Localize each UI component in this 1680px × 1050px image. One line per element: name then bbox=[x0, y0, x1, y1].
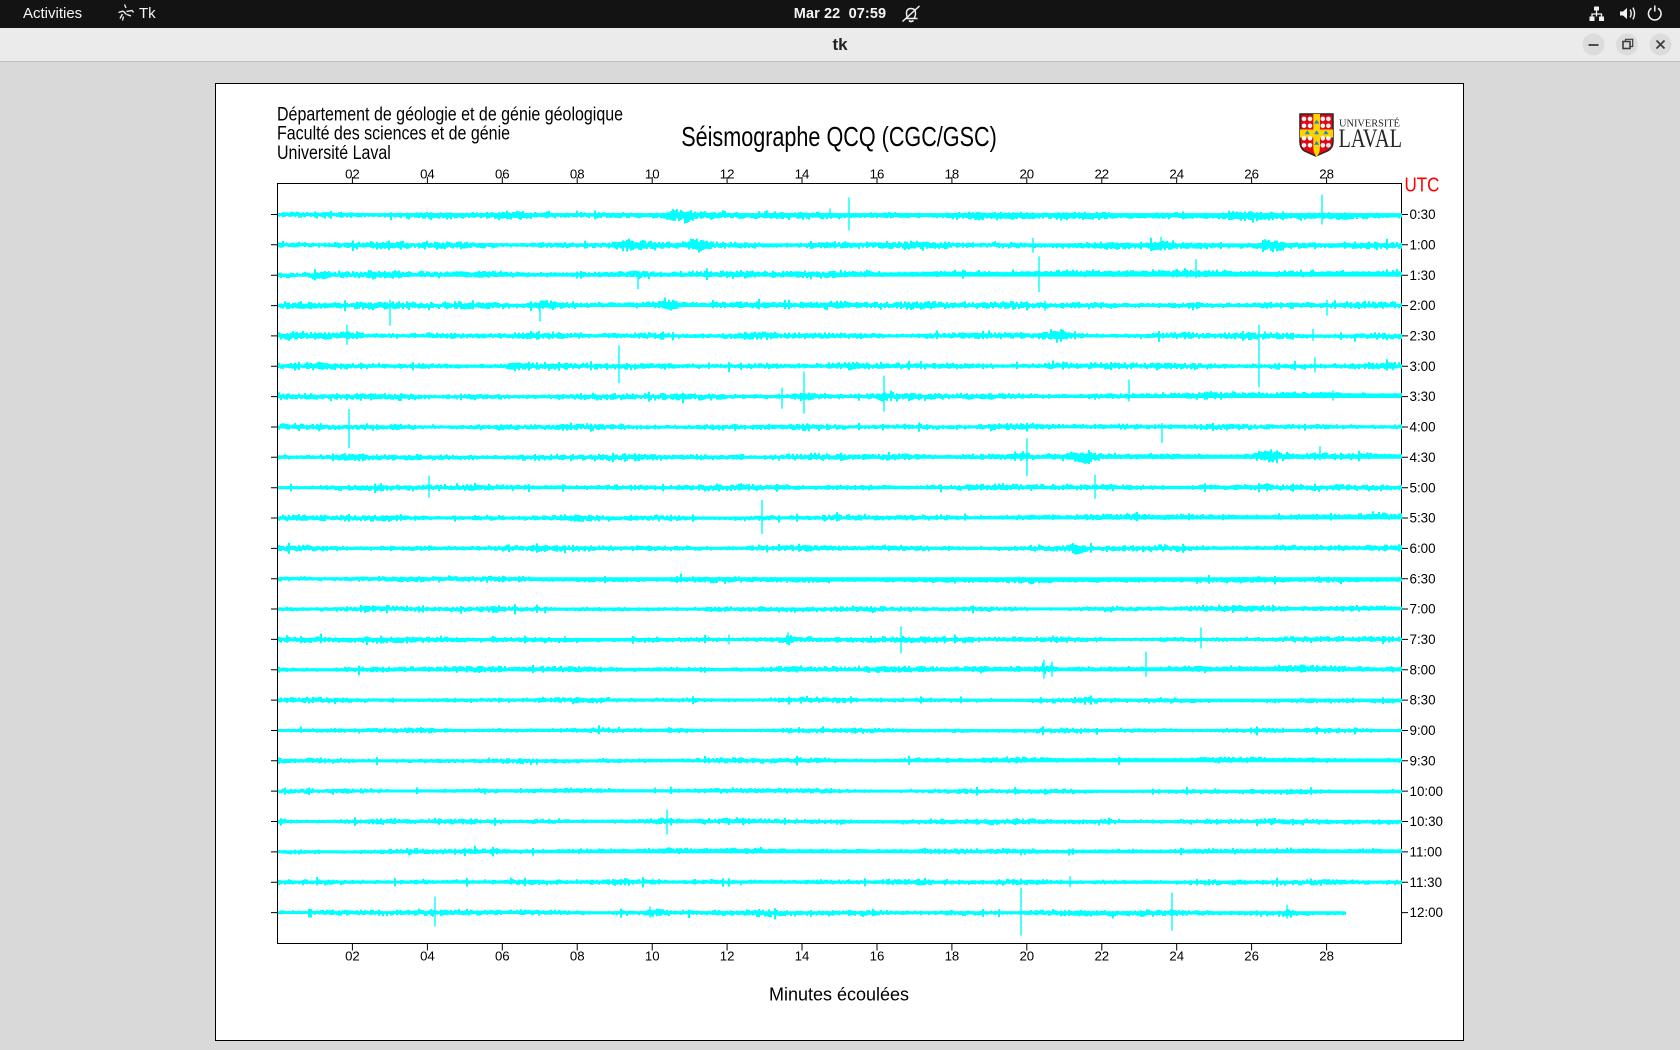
svg-text:18: 18 bbox=[945, 948, 960, 963]
svg-text:5:00: 5:00 bbox=[1410, 480, 1436, 495]
svg-text:24: 24 bbox=[1169, 166, 1184, 181]
svg-text:8:30: 8:30 bbox=[1410, 693, 1436, 708]
svg-text:18: 18 bbox=[945, 166, 960, 181]
svg-text:2:00: 2:00 bbox=[1410, 298, 1436, 313]
svg-text:1:30: 1:30 bbox=[1410, 268, 1436, 283]
svg-text:1:00: 1:00 bbox=[1410, 237, 1436, 252]
svg-text:10:30: 10:30 bbox=[1410, 814, 1444, 829]
svg-text:12: 12 bbox=[720, 166, 735, 181]
svg-text:06: 06 bbox=[495, 166, 510, 181]
svg-text:16: 16 bbox=[870, 166, 885, 181]
svg-text:02: 02 bbox=[345, 166, 360, 181]
svg-text:12: 12 bbox=[720, 948, 735, 963]
svg-text:14: 14 bbox=[795, 948, 810, 963]
svg-text:6:00: 6:00 bbox=[1410, 541, 1436, 556]
svg-text:24: 24 bbox=[1169, 948, 1184, 963]
svg-text:26: 26 bbox=[1244, 166, 1259, 181]
svg-text:9:00: 9:00 bbox=[1410, 723, 1436, 738]
svg-text:16: 16 bbox=[870, 948, 885, 963]
svg-text:9:30: 9:30 bbox=[1410, 753, 1436, 768]
svg-text:20: 20 bbox=[1019, 948, 1034, 963]
svg-text:11:00: 11:00 bbox=[1410, 845, 1443, 860]
svg-text:10: 10 bbox=[645, 166, 660, 181]
svg-text:08: 08 bbox=[570, 166, 585, 181]
svg-text:22: 22 bbox=[1094, 166, 1109, 181]
svg-text:5:30: 5:30 bbox=[1410, 511, 1436, 526]
svg-text:UTC: UTC bbox=[1405, 173, 1440, 196]
svg-text:7:00: 7:00 bbox=[1410, 602, 1436, 617]
svg-text:6:30: 6:30 bbox=[1410, 571, 1436, 586]
svg-text:0:30: 0:30 bbox=[1410, 207, 1436, 222]
svg-text:4:00: 4:00 bbox=[1410, 420, 1436, 435]
svg-text:10:00: 10:00 bbox=[1410, 784, 1444, 799]
svg-text:02: 02 bbox=[345, 948, 360, 963]
svg-text:8:00: 8:00 bbox=[1410, 662, 1436, 677]
svg-text:22: 22 bbox=[1094, 948, 1109, 963]
svg-text:2:30: 2:30 bbox=[1410, 329, 1436, 344]
svg-text:3:30: 3:30 bbox=[1410, 389, 1436, 404]
svg-text:28: 28 bbox=[1319, 948, 1334, 963]
svg-text:3:00: 3:00 bbox=[1410, 359, 1436, 374]
svg-text:04: 04 bbox=[420, 166, 435, 181]
svg-text:20: 20 bbox=[1019, 166, 1034, 181]
svg-text:14: 14 bbox=[795, 166, 810, 181]
svg-text:10: 10 bbox=[645, 948, 660, 963]
svg-text:4:30: 4:30 bbox=[1410, 450, 1436, 465]
svg-text:26: 26 bbox=[1244, 948, 1259, 963]
svg-text:Minutes écoulées: Minutes écoulées bbox=[769, 984, 909, 1004]
svg-text:04: 04 bbox=[420, 948, 435, 963]
svg-text:08: 08 bbox=[570, 948, 585, 963]
svg-text:12:00: 12:00 bbox=[1410, 905, 1444, 920]
svg-text:28: 28 bbox=[1319, 166, 1334, 181]
svg-text:7:30: 7:30 bbox=[1410, 632, 1436, 647]
svg-text:06: 06 bbox=[495, 948, 510, 963]
svg-text:11:30: 11:30 bbox=[1410, 875, 1443, 890]
